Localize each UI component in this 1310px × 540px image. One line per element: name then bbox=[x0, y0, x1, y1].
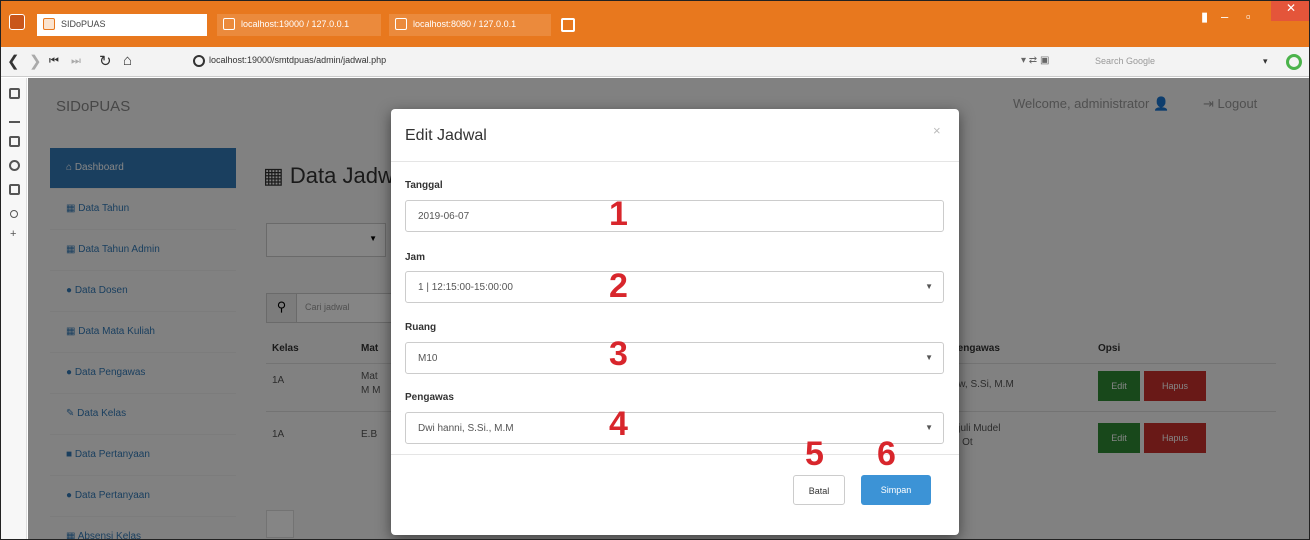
history-icon[interactable] bbox=[9, 160, 20, 171]
tab-label: SIDoPUAS bbox=[61, 19, 106, 29]
bookmark-icon[interactable] bbox=[9, 88, 20, 99]
tab-favicon-icon bbox=[395, 18, 407, 30]
save-button[interactable]: Simpan bbox=[861, 475, 931, 505]
pengawas-label: Pengawas bbox=[405, 392, 454, 403]
browser-logo-icon[interactable] bbox=[9, 14, 25, 30]
address-tools-icon[interactable]: ▾ ⇄ ▣ bbox=[1021, 55, 1049, 66]
ruang-select[interactable]: M10 ▼ bbox=[405, 342, 944, 374]
pengawas-value: Dwi hanni, S.Si., M.M bbox=[418, 423, 514, 434]
minimize-icon[interactable]: – bbox=[1221, 9, 1228, 24]
annotation-number-1: 1 bbox=[609, 195, 628, 233]
ruang-label: Ruang bbox=[405, 322, 437, 333]
forward-icon[interactable]: ❯ bbox=[29, 52, 42, 70]
last-icon[interactable]: ⏭ bbox=[71, 55, 81, 68]
cancel-button[interactable]: Batal bbox=[793, 475, 845, 505]
edit-jadwal-modal: Edit Jadwal × Tanggal 2019-06-07 1 Jam 1… bbox=[391, 109, 959, 535]
tab-label: localhost:8080 / 127.0.0.1 bbox=[413, 19, 517, 29]
extension-icon[interactable] bbox=[1286, 54, 1302, 70]
divider bbox=[391, 454, 959, 455]
site-info-icon[interactable] bbox=[193, 55, 205, 67]
url-field[interactable]: localhost:19000/smtdpuas/admin/jadwal.ph… bbox=[209, 55, 386, 65]
browser-side-dock: + bbox=[1, 78, 27, 539]
first-icon[interactable]: ⏮ bbox=[49, 55, 59, 68]
browser-tab[interactable]: localhost:19000 / 127.0.0.1 bbox=[217, 14, 381, 36]
jam-value: 1 | 12:15:00-15:00:00 bbox=[418, 282, 513, 293]
reload-icon[interactable]: ↻ bbox=[99, 52, 112, 70]
add-panel-icon[interactable]: + bbox=[10, 228, 16, 240]
new-tab-icon[interactable] bbox=[561, 18, 575, 32]
divider bbox=[391, 161, 959, 162]
pengawas-select[interactable]: Dwi hanni, S.Si., M.M ▼ bbox=[405, 412, 944, 444]
search-field[interactable]: Search Google bbox=[1091, 53, 1231, 71]
chevron-down-icon: ▼ bbox=[925, 282, 933, 291]
tanggal-label: Tanggal bbox=[405, 180, 443, 191]
modal-title: Edit Jadwal bbox=[405, 127, 487, 144]
trash-icon[interactable]: ▮ bbox=[1201, 9, 1208, 25]
search-dropdown-icon[interactable]: ▾ bbox=[1263, 56, 1268, 67]
tanggal-value: 2019-06-07 bbox=[418, 211, 470, 222]
annotation-number-6: 6 bbox=[877, 435, 896, 473]
download-icon[interactable] bbox=[9, 112, 20, 123]
maximize-icon[interactable]: ▫ bbox=[1246, 9, 1251, 24]
annotation-number-5: 5 bbox=[805, 435, 824, 473]
tab-favicon-icon bbox=[43, 18, 55, 30]
chevron-down-icon: ▼ bbox=[925, 423, 933, 432]
annotation-number-2: 2 bbox=[609, 267, 628, 305]
home-icon[interactable]: ⌂ bbox=[123, 52, 132, 69]
tab-favicon-icon bbox=[223, 18, 235, 30]
address-bar: ❮ ❯ ⏮ ⏭ ↻ ⌂ localhost:19000/smtdpuas/adm… bbox=[1, 47, 1309, 77]
ruang-value: M10 bbox=[418, 353, 438, 364]
jam-label: Jam bbox=[405, 252, 426, 263]
tab-label: localhost:19000 / 127.0.0.1 bbox=[241, 19, 350, 29]
browser-titlebar: SIDoPUAS localhost:19000 / 127.0.0.1 loc… bbox=[1, 1, 1309, 47]
notes-icon[interactable] bbox=[9, 136, 20, 147]
chevron-down-icon: ▼ bbox=[925, 353, 933, 362]
window-icon[interactable] bbox=[9, 184, 20, 195]
settings-icon[interactable] bbox=[10, 210, 18, 218]
close-icon[interactable]: × bbox=[933, 123, 941, 138]
close-window-icon[interactable]: ✕ bbox=[1271, 1, 1309, 21]
annotation-number-3: 3 bbox=[609, 335, 628, 373]
tanggal-input[interactable]: 2019-06-07 bbox=[405, 200, 944, 232]
screenshot-frame: SIDoPUAS localhost:19000 / 127.0.0.1 loc… bbox=[0, 0, 1310, 540]
browser-tab-active[interactable]: SIDoPUAS bbox=[37, 14, 207, 36]
back-icon[interactable]: ❮ bbox=[7, 52, 20, 70]
jam-select[interactable]: 1 | 12:15:00-15:00:00 ▼ bbox=[405, 271, 944, 303]
annotation-number-4: 4 bbox=[609, 405, 628, 443]
browser-tab[interactable]: localhost:8080 / 127.0.0.1 bbox=[389, 14, 551, 36]
